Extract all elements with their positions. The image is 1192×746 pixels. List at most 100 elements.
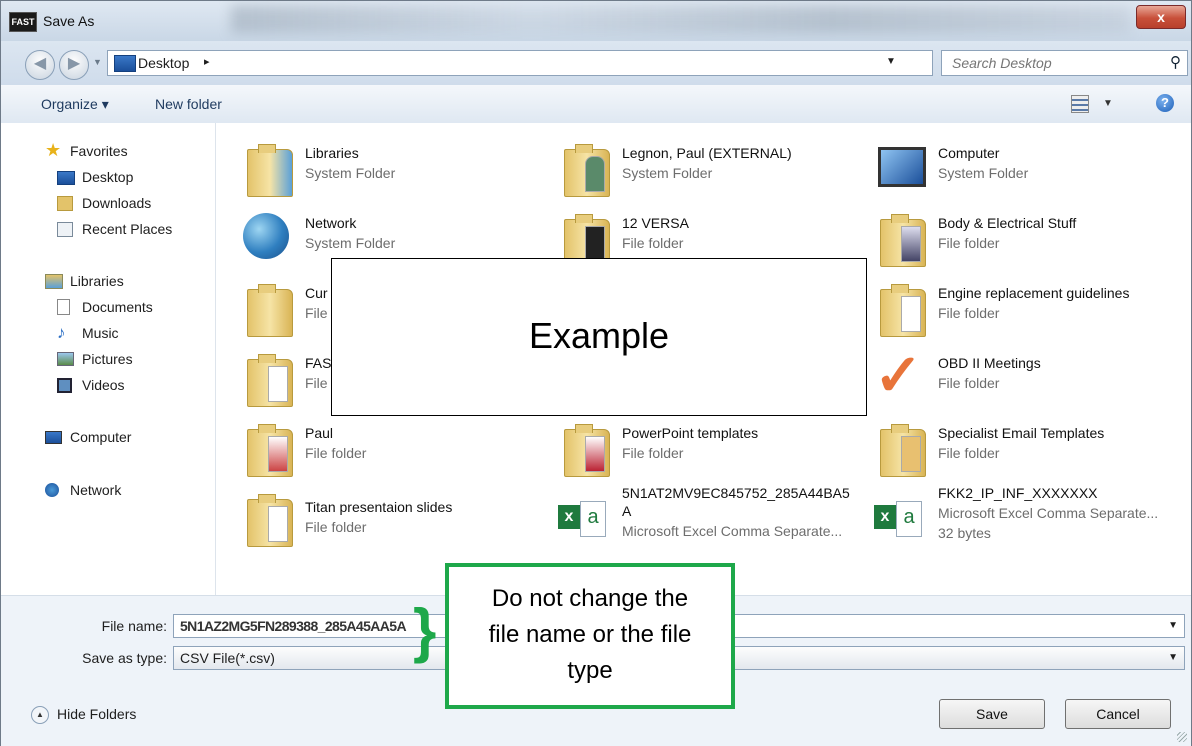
file-type: File folder [938,445,1000,461]
back-button[interactable]: ◀ [25,50,55,80]
file-type: System Folder [938,165,1029,181]
network-icon [45,483,59,497]
downloads-icon [57,196,73,211]
folder-icon [558,209,612,267]
nav-label: Pictures [82,351,133,367]
forward-button[interactable]: ▶ [59,50,89,80]
recent-pages-dropdown[interactable]: ▼ [93,57,102,67]
list-item[interactable]: ax FKK2_IP_INF_XXXXXXX Microsoft Excel C… [874,485,1184,551]
list-item[interactable]: Titan presentaion slides File folder [241,489,551,555]
folder-icon [558,419,612,477]
videos-icon [57,378,72,393]
breadcrumb-chevron-icon[interactable]: ▸ [204,55,210,68]
file-type: File [305,305,328,321]
list-item[interactable]: Libraries System Folder [241,139,551,205]
list-item[interactable]: Body & Electrical Stuff File folder [874,209,1184,275]
new-folder-button[interactable]: New folder [155,96,222,112]
nav-label: Documents [82,299,153,315]
nav-label: Downloads [82,195,152,211]
nav-label: Libraries [70,273,124,289]
chevron-up-icon: ▲ [31,706,49,724]
navigation-pane: ★ Favorites Desktop Downloads Recent Pla… [1,123,216,595]
list-item[interactable]: Specialist Email Templates File folder [874,419,1184,485]
user-folder-icon [558,139,612,197]
breadcrumb-desktop[interactable]: Desktop [138,55,189,71]
file-name: Titan presentaion slides [305,499,453,515]
change-view-icon[interactable] [1071,95,1089,113]
chevron-down-icon[interactable]: ▼ [1168,620,1178,631]
callout-line: type [567,657,613,684]
save-type-label: Save as type: [82,650,167,666]
organize-menu[interactable]: Organize ▾ [41,96,109,113]
file-name: PowerPoint templates [622,425,759,441]
window-title: Save As [43,13,95,29]
callout-line: Do not change the [491,585,689,612]
computer-icon [45,431,62,444]
file-type: File folder [938,235,1000,251]
green-brace-annotation: } [413,597,437,664]
folder-icon [241,489,295,547]
folder-icon [241,419,295,477]
list-item[interactable]: Legnon, Paul (EXTERNAL) System Folder [558,139,868,205]
excel-csv-icon: ax [874,485,928,541]
list-item[interactable]: Paul File folder [241,419,551,485]
example-label: Example [528,315,670,356]
instruction-callout: Do not change the file name or the file … [445,563,735,709]
save-button[interactable]: Save [939,699,1045,729]
cancel-button[interactable]: Cancel [1065,699,1171,729]
file-type: System Folder [305,165,396,181]
folder-icon [241,349,295,407]
file-type: File folder [622,445,684,461]
search-box[interactable]: ⚲ [941,50,1188,76]
nav-label: Computer [70,429,132,445]
computer-icon [874,139,928,195]
search-icon[interactable]: ⚲ [1170,53,1181,71]
list-item[interactable]: ✓ OBD II Meetings File folder [874,343,1184,415]
file-name: OBD II Meetings [938,355,1041,371]
example-overlay: Example [331,258,867,416]
music-icon: ♪ [57,323,66,342]
documents-icon [57,299,70,315]
resize-grip[interactable] [1177,732,1187,742]
list-item[interactable]: PowerPoint templates File folder [558,419,868,485]
search-input[interactable] [950,54,1154,72]
hide-folders-label: Hide Folders [57,706,137,722]
file-name: Network [305,215,357,231]
address-row: ◀ ▶ ▼ Desktop ▸ ▼ ↻ ⚲ [1,41,1191,85]
libraries-icon [45,274,63,289]
file-type: File folder [938,305,1000,321]
view-options-dropdown-icon[interactable]: ▼ [1103,98,1113,109]
file-name: Paul [305,425,334,441]
list-item[interactable]: Engine replacement guidelines File folde… [874,279,1184,345]
address-dropdown-icon[interactable]: ▼ [886,56,896,67]
command-bar: Organize ▾ New folder ▼ ? [1,85,1191,124]
desktop-icon [57,171,75,185]
network-globe-icon [241,209,295,265]
list-item[interactable]: Computer System Folder [874,139,1184,205]
file-size: 32 bytes [938,525,991,541]
close-button[interactable]: x [1136,5,1186,29]
file-type: File folder [938,375,1000,391]
folder-icon [874,279,928,337]
file-name: Computer [938,145,1000,161]
file-name: Body & Electrical Stuff [938,215,1077,231]
file-name: 5N1AT2MV9EC845752_285A44BA5 [622,485,850,501]
nav-label: Network [70,482,122,498]
help-icon[interactable]: ? [1156,94,1174,112]
chevron-down-icon[interactable]: ▼ [1168,652,1178,663]
file-type: File folder [305,519,367,535]
callout-line: file name or the file [488,621,692,648]
nav-label: Recent Places [82,221,173,237]
background-window-blur [231,5,1131,33]
file-name: Specialist Email Templates [938,425,1105,441]
file-name: Libraries [305,145,359,161]
file-type: Microsoft Excel Comma Separate... [622,523,843,539]
address-bar[interactable]: Desktop ▸ ▼ ↻ [107,50,1026,76]
recent-places-icon [57,222,73,237]
folder-icon [874,209,928,267]
nav-label: Desktop [82,169,134,185]
list-item[interactable]: ax 5N1AT2MV9EC845752_285A44BA5 A Microso… [558,485,868,551]
save-as-dialog: FAST Save As x ◀ ▶ ▼ Desktop ▸ ▼ ↻ ⚲ Org… [0,0,1192,746]
pictures-icon [57,352,74,366]
file-name: Legnon, Paul (EXTERNAL) [622,145,792,161]
